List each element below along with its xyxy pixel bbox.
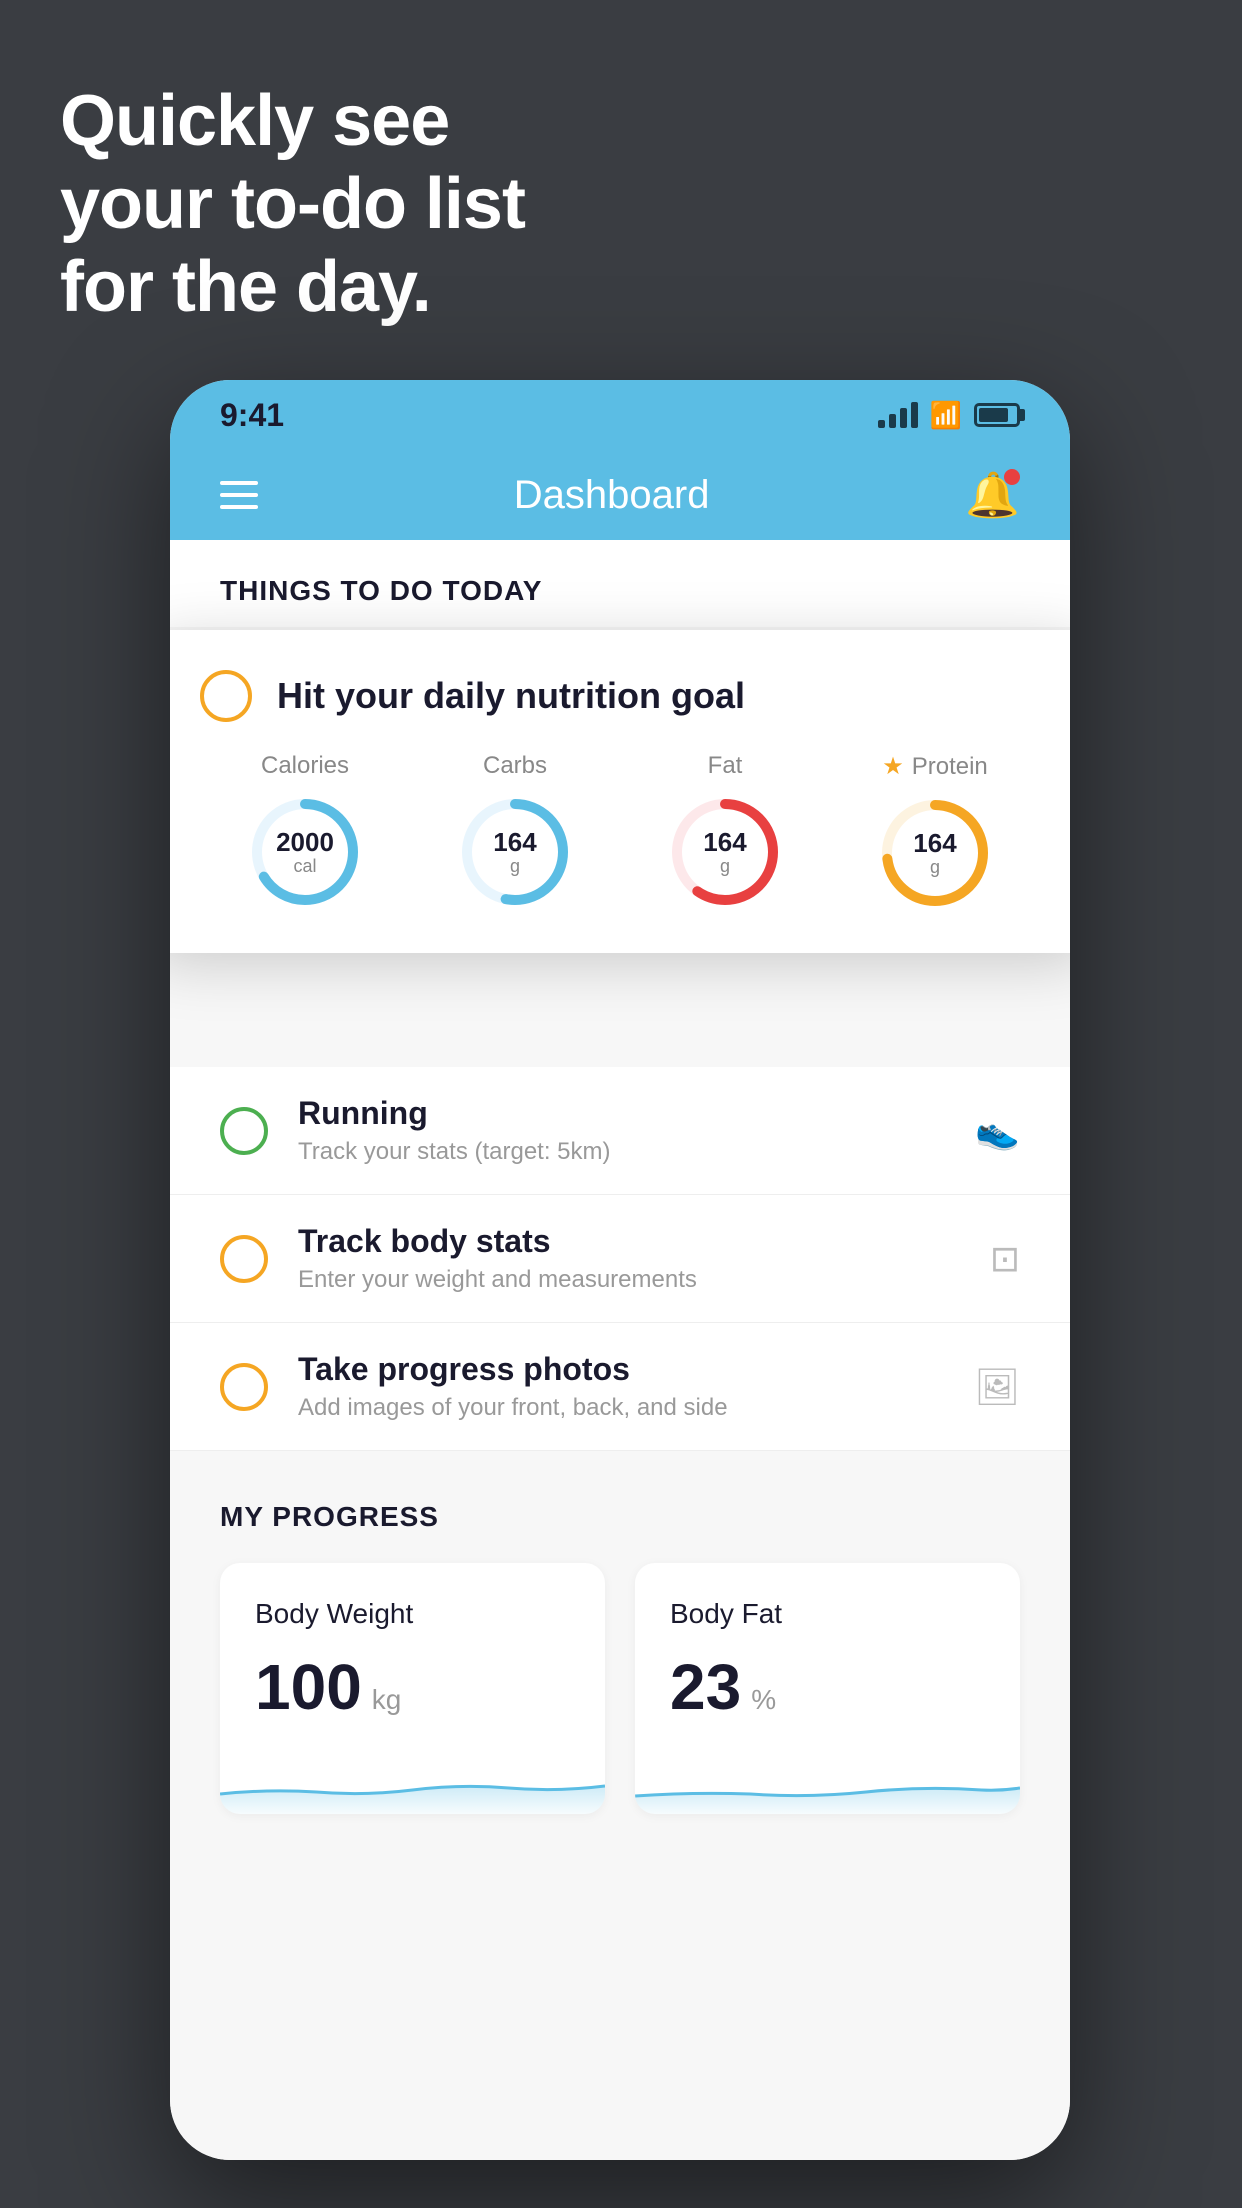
- calories-value: 2000: [276, 828, 334, 857]
- photos-subtitle: Add images of your front, back, and side: [298, 1394, 944, 1422]
- status-bar: 9:41 📶: [170, 380, 1070, 450]
- body-stats-icon: ⊡: [990, 1238, 1020, 1280]
- running-subtitle: Track your stats (target: 5km): [298, 1138, 945, 1166]
- phone-mockup: 9:41 📶 Dashboard 🔔: [170, 380, 1070, 2160]
- body-weight-chart: [220, 1754, 605, 1814]
- body-stats-info: Track body stats Enter your weight and m…: [298, 1223, 960, 1294]
- body-fat-title: Body Fat: [670, 1598, 985, 1630]
- body-fat-value-wrap: 23 %: [670, 1650, 985, 1724]
- todo-item-body-stats[interactable]: Track body stats Enter your weight and m…: [170, 1195, 1070, 1323]
- fat-unit: g: [703, 856, 746, 876]
- body-weight-value-wrap: 100 kg: [255, 1650, 570, 1724]
- fat-label: Fat: [708, 752, 743, 780]
- fat-donut: 164 g: [665, 792, 785, 912]
- body-weight-value: 100: [255, 1650, 362, 1724]
- nutrition-carbs: Carbs 164 g: [455, 752, 575, 912]
- body-fat-card[interactable]: Body Fat 23 %: [635, 1563, 1020, 1814]
- nutrition-card[interactable]: Hit your daily nutrition goal Calories 2…: [170, 630, 1070, 953]
- fat-value: 164: [703, 828, 746, 857]
- body-fat-chart: [635, 1754, 1020, 1814]
- running-icon: 👟: [975, 1110, 1020, 1152]
- nav-bar: Dashboard 🔔: [170, 450, 1070, 540]
- running-check-circle: [220, 1107, 268, 1155]
- nutrition-calories: Calories 2000 cal: [245, 752, 365, 912]
- carbs-label: Carbs: [483, 752, 547, 780]
- things-header-text: THINGS TO DO TODAY: [220, 575, 542, 606]
- protein-star-icon: ★: [882, 752, 904, 781]
- phone-content: THINGS TO DO TODAY Hit your daily nutrit…: [170, 540, 1070, 2160]
- hero-text: Quickly see your to-do list for the day.: [60, 80, 525, 328]
- wifi-icon: 📶: [930, 400, 962, 431]
- todo-item-running[interactable]: Running Track your stats (target: 5km) 👟: [170, 1067, 1070, 1195]
- hamburger-menu-button[interactable]: [220, 481, 258, 509]
- nutrition-fat: Fat 164 g: [665, 752, 785, 912]
- protein-donut: 164 g: [875, 793, 995, 913]
- nav-title: Dashboard: [514, 473, 710, 518]
- status-time: 9:41: [220, 397, 284, 434]
- calories-label: Calories: [261, 752, 349, 780]
- notification-button[interactable]: 🔔: [965, 469, 1020, 521]
- battery-icon: [974, 403, 1020, 427]
- status-icons: 📶: [878, 400, 1020, 431]
- nutrition-protein: ★ Protein 164 g: [875, 752, 995, 913]
- photos-info: Take progress photos Add images of your …: [298, 1351, 944, 1422]
- running-info: Running Track your stats (target: 5km): [298, 1095, 945, 1166]
- photos-title: Take progress photos: [298, 1351, 944, 1388]
- nutrition-card-title: Hit your daily nutrition goal: [277, 675, 745, 717]
- body-stats-check-circle: [220, 1235, 268, 1283]
- todo-item-progress-photos[interactable]: Take progress photos Add images of your …: [170, 1323, 1070, 1451]
- things-section-header: THINGS TO DO TODAY: [170, 540, 1070, 627]
- signal-icon: [878, 402, 918, 428]
- progress-section-title: MY PROGRESS: [220, 1501, 1020, 1533]
- calories-donut: 2000 cal: [245, 792, 365, 912]
- protein-unit: g: [913, 857, 956, 877]
- protein-value: 164: [913, 829, 956, 858]
- body-weight-unit: kg: [372, 1684, 402, 1716]
- carbs-unit: g: [493, 856, 536, 876]
- progress-cards: Body Weight 100 kg: [220, 1563, 1020, 1814]
- protein-label-wrap: ★ Protein: [882, 752, 988, 781]
- body-weight-card[interactable]: Body Weight 100 kg: [220, 1563, 605, 1814]
- progress-section: MY PROGRESS Body Weight 100 kg: [170, 1451, 1070, 1864]
- protein-label: Protein: [912, 753, 988, 781]
- body-stats-title: Track body stats: [298, 1223, 960, 1260]
- todo-list: Running Track your stats (target: 5km) 👟…: [170, 1067, 1070, 1451]
- carbs-value: 164: [493, 828, 536, 857]
- notification-badge: [1004, 469, 1020, 485]
- running-title: Running: [298, 1095, 945, 1132]
- photos-icon: 🖼: [974, 1366, 1020, 1408]
- carbs-donut: 164 g: [455, 792, 575, 912]
- body-stats-subtitle: Enter your weight and measurements: [298, 1266, 960, 1294]
- photos-check-circle: [220, 1363, 268, 1411]
- body-weight-title: Body Weight: [255, 1598, 570, 1630]
- calories-unit: cal: [276, 856, 334, 876]
- nutrition-check-circle: [200, 670, 252, 722]
- body-fat-value: 23: [670, 1650, 741, 1724]
- nutrition-row: Calories 2000 cal Carbs: [200, 752, 1040, 913]
- body-fat-unit: %: [751, 1684, 776, 1716]
